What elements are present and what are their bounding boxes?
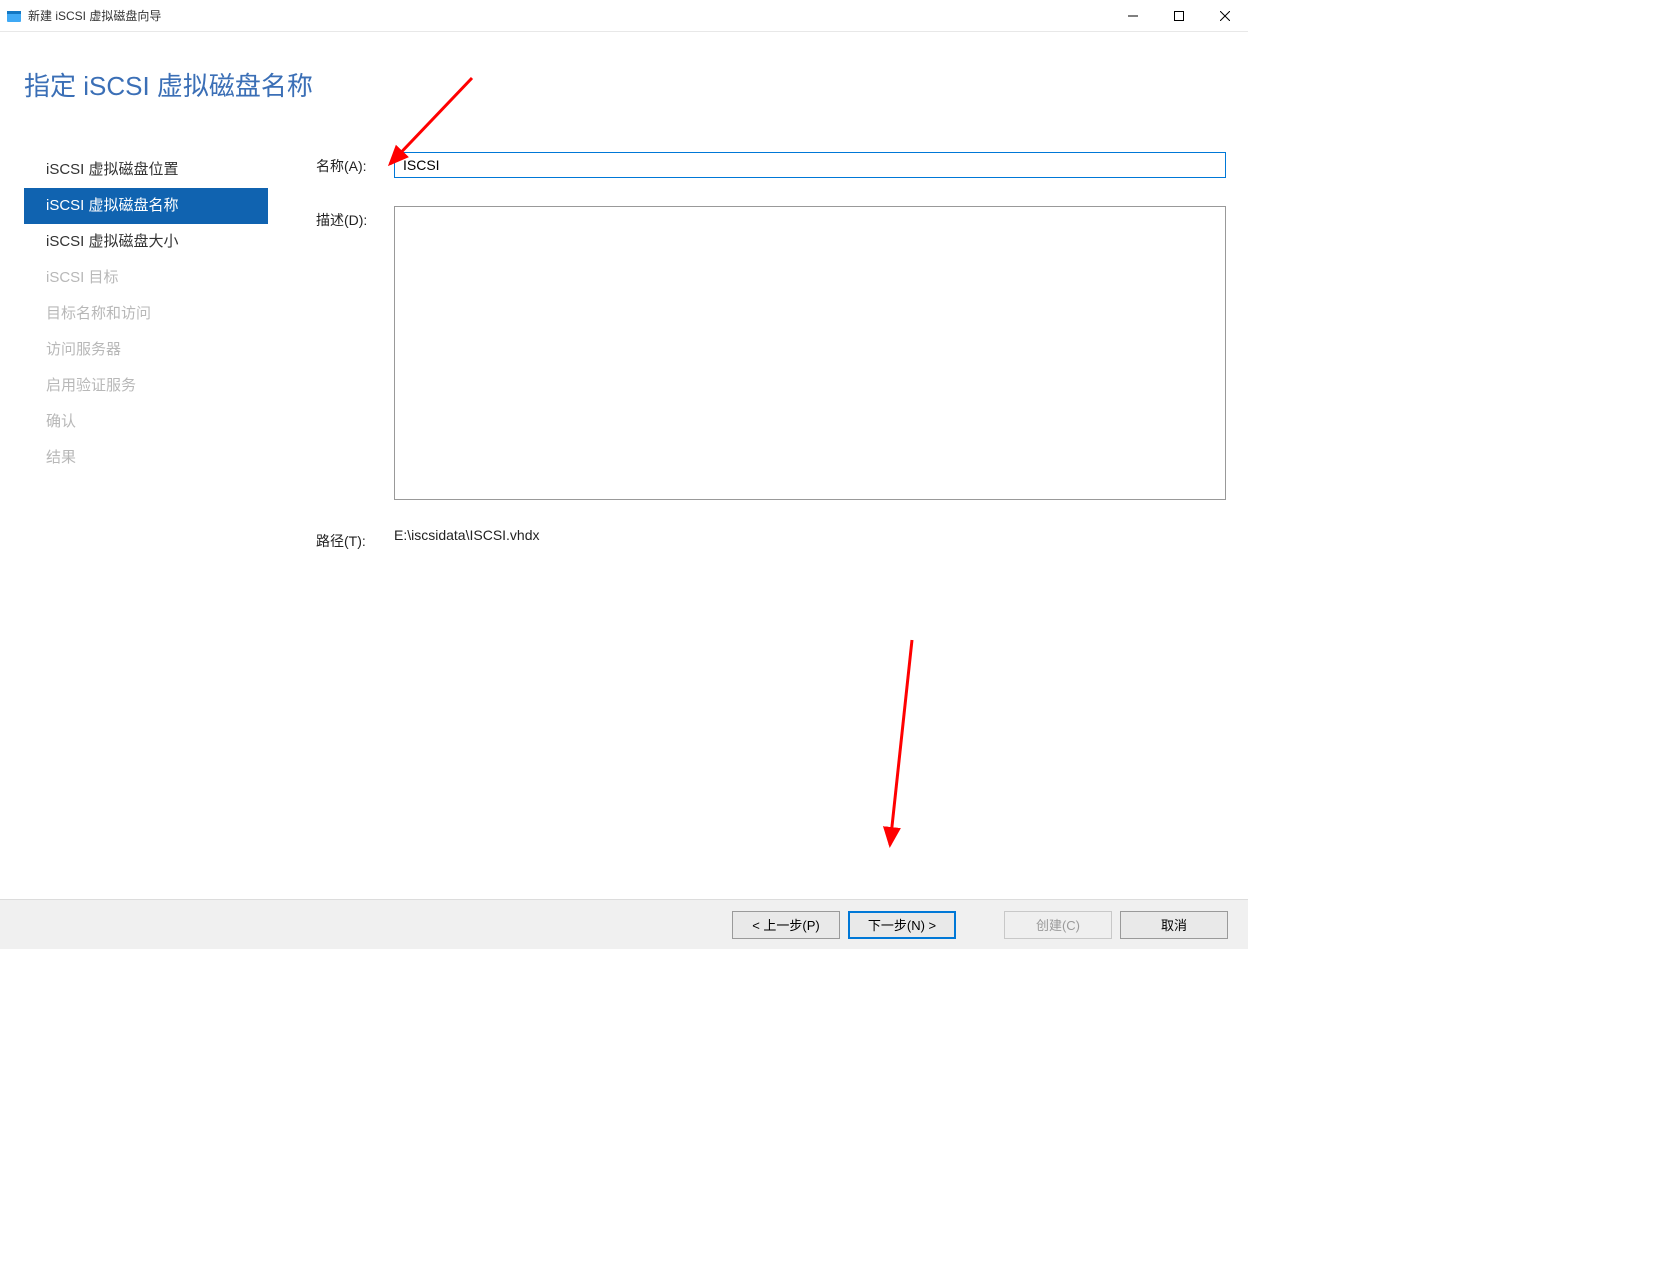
wizard-steps-sidebar: iSCSI 虚拟磁盘位置 iSCSI 虚拟磁盘名称 iSCSI 虚拟磁盘大小 i… xyxy=(24,152,268,476)
path-value: E:\iscsidata\ISCSI.vhdx xyxy=(394,527,540,543)
wizard-content: 指定 iSCSI 虚拟磁盘名称 iSCSI 虚拟磁盘位置 iSCSI 虚拟磁盘名… xyxy=(0,32,1248,899)
minimize-button[interactable] xyxy=(1110,0,1156,32)
app-icon xyxy=(6,8,22,24)
next-button[interactable]: 下一步(N) > xyxy=(848,911,956,939)
description-label: 描述(D): xyxy=(316,206,394,505)
window-title: 新建 iSCSI 虚拟磁盘向导 xyxy=(28,7,161,24)
step-location[interactable]: iSCSI 虚拟磁盘位置 xyxy=(24,152,268,188)
step-result: 结果 xyxy=(24,440,268,476)
step-name[interactable]: iSCSI 虚拟磁盘名称 xyxy=(24,188,268,224)
annotation-arrow-icon xyxy=(872,635,932,855)
create-button[interactable]: 创建(C) xyxy=(1004,911,1112,939)
name-label: 名称(A): xyxy=(316,152,394,178)
step-size[interactable]: iSCSI 虚拟磁盘大小 xyxy=(24,224,268,260)
step-target: iSCSI 目标 xyxy=(24,260,268,296)
description-input[interactable] xyxy=(394,206,1226,500)
step-target-name: 目标名称和访问 xyxy=(24,296,268,332)
path-label: 路径(T): xyxy=(316,527,394,551)
wizard-button-bar: < 上一步(P) 下一步(N) > 创建(C) 取消 xyxy=(0,899,1248,949)
close-button[interactable] xyxy=(1202,0,1248,32)
page-title: 指定 iSCSI 虚拟磁盘名称 xyxy=(24,66,313,103)
titlebar: 新建 iSCSI 虚拟磁盘向导 xyxy=(0,0,1248,32)
form-area: 名称(A): 描述(D): 路径(T): E:\iscsidata\ISCSI.… xyxy=(316,152,1226,579)
step-auth: 启用验证服务 xyxy=(24,368,268,404)
cancel-button[interactable]: 取消 xyxy=(1120,911,1228,939)
name-input[interactable] xyxy=(394,152,1226,178)
previous-button[interactable]: < 上一步(P) xyxy=(732,911,840,939)
step-access-servers: 访问服务器 xyxy=(24,332,268,368)
step-confirm: 确认 xyxy=(24,404,268,440)
maximize-button[interactable] xyxy=(1156,0,1202,32)
